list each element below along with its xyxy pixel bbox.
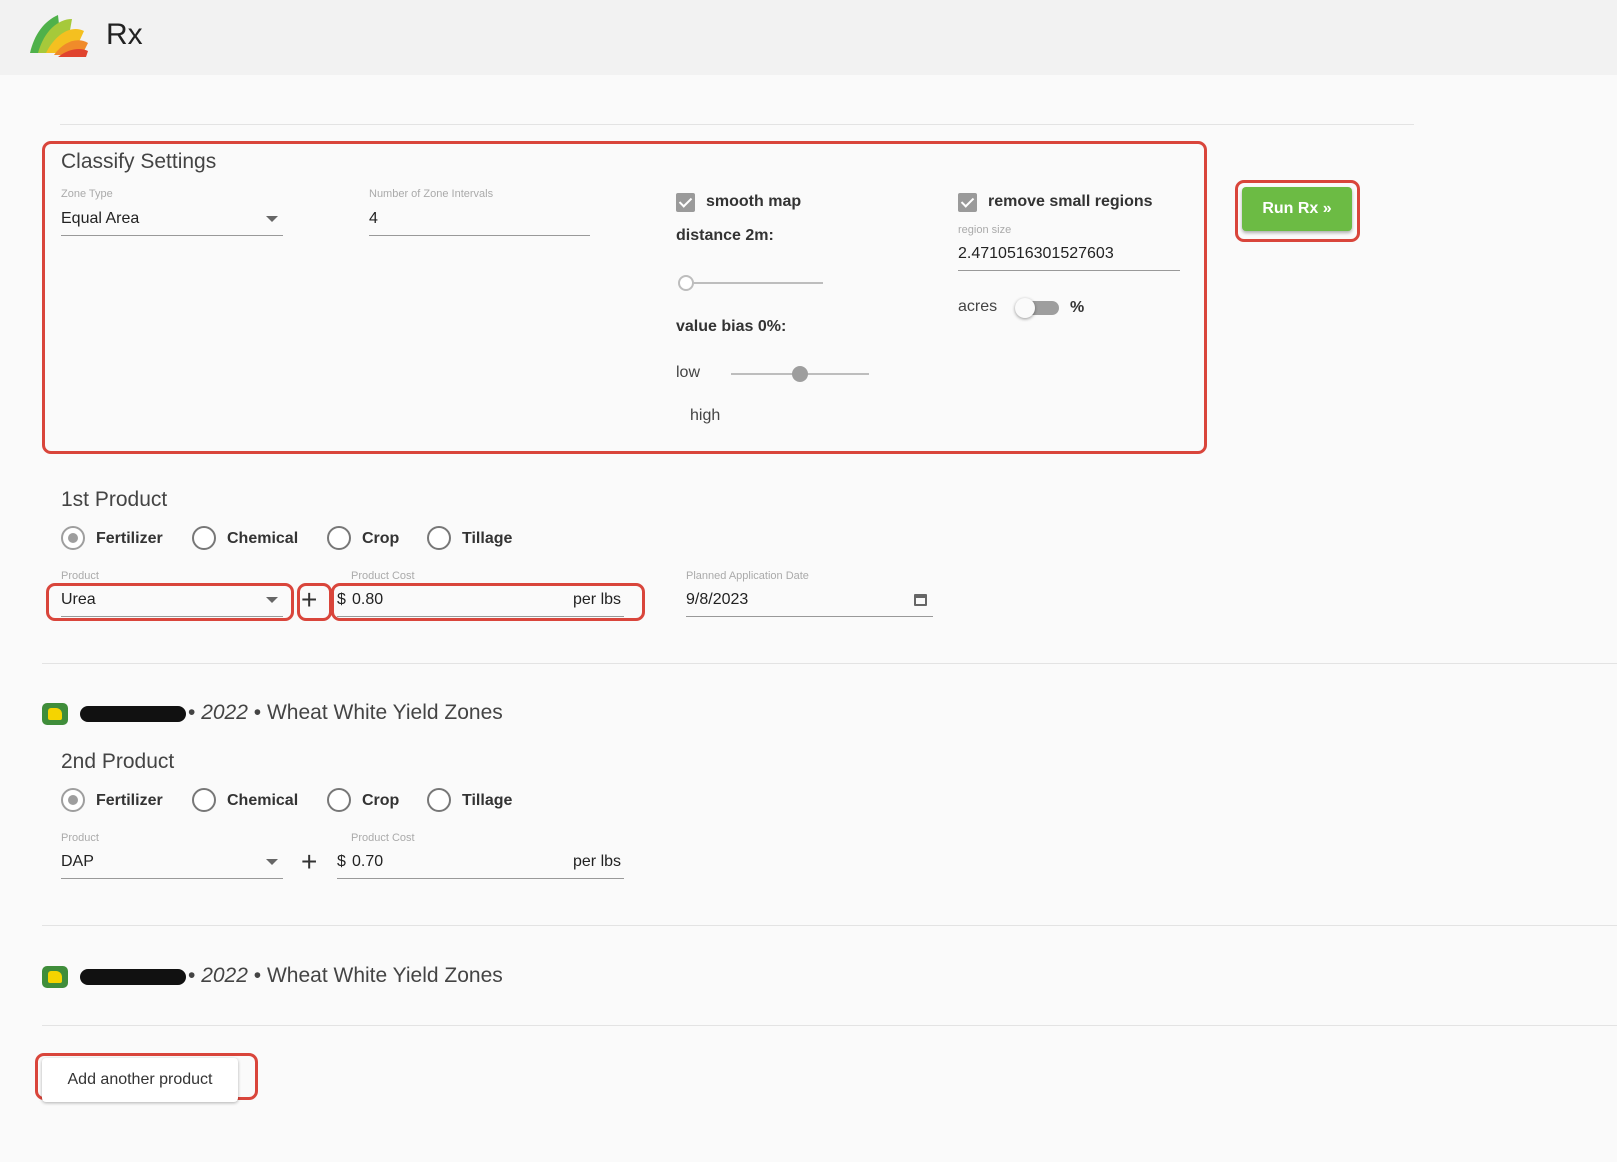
- acres-label: acres: [958, 298, 998, 315]
- bias-slider-thumb[interactable]: [792, 366, 808, 382]
- product-label: Product: [61, 570, 99, 582]
- divider: [60, 124, 1414, 125]
- layer-title-1: • 2022 • Wheat White Yield Zones: [188, 701, 503, 725]
- distance-label: distance 2m:: [676, 227, 774, 244]
- cost-underline: [337, 878, 624, 879]
- classify-highlight: [42, 141, 1207, 454]
- bias-high-label: high: [690, 407, 721, 424]
- plus-highlight: [297, 583, 332, 621]
- radio-label: Chemical: [227, 792, 299, 809]
- divider: [42, 925, 1617, 926]
- zone-intervals-label: Number of Zone Intervals: [369, 188, 494, 200]
- chevron-down-icon[interactable]: [266, 216, 278, 222]
- region-size-underline: [958, 270, 1180, 271]
- radio-label: Tillage: [462, 792, 513, 809]
- radio-label: Crop: [362, 792, 400, 809]
- radio-tillage-1[interactable]: [427, 526, 451, 550]
- date-label: Planned Application Date: [686, 570, 809, 582]
- product-label: Product: [61, 832, 99, 844]
- radio-fertilizer-1[interactable]: [61, 526, 85, 550]
- product-underline: [61, 878, 283, 879]
- radio-chemical-2[interactable]: [192, 788, 216, 812]
- cost-label: Product Cost: [351, 570, 415, 582]
- chevron-down-icon[interactable]: [266, 859, 278, 865]
- product-select-2[interactable]: DAP: [61, 853, 94, 871]
- john-deere-icon: [42, 703, 68, 725]
- radio-crop-2[interactable]: [327, 788, 351, 812]
- date-input[interactable]: 9/8/2023: [686, 591, 748, 609]
- layer-name: Wheat White Yield Zones: [266, 701, 503, 724]
- cost-prefix: $: [337, 853, 346, 870]
- distance-slider-thumb[interactable]: [678, 275, 694, 291]
- units-toggle-knob[interactable]: [1015, 298, 1035, 318]
- smooth-map-checkbox[interactable]: [676, 193, 695, 212]
- run-rx-button[interactable]: Run Rx »: [1242, 187, 1352, 231]
- top-bar: Rx: [0, 0, 1617, 75]
- fan-leaf-logo: [30, 15, 88, 57]
- zone-intervals-input[interactable]: 4: [369, 210, 378, 228]
- cost-label: Product Cost: [351, 832, 415, 844]
- layer-title-2: • 2022 • Wheat White Yield Zones: [188, 964, 503, 988]
- region-size-input[interactable]: 2.4710516301527603: [958, 245, 1114, 263]
- layer-year: 2022: [201, 964, 248, 987]
- radio-label: Chemical: [227, 530, 299, 547]
- cost-highlight: [331, 583, 645, 621]
- bullet: •: [253, 701, 262, 724]
- radio-tillage-2[interactable]: [427, 788, 451, 812]
- region-size-label: region size: [958, 224, 1012, 236]
- redacted-field-name: [80, 969, 186, 985]
- layer-name: Wheat White Yield Zones: [266, 964, 503, 987]
- bullet: •: [188, 964, 196, 987]
- radio-label: Fertilizer: [96, 792, 163, 809]
- product-2-title: 2nd Product: [61, 750, 175, 773]
- app-title: Rx: [106, 18, 143, 51]
- remove-small-regions-label: remove small regions: [988, 193, 1153, 210]
- product-1-title: 1st Product: [61, 488, 168, 511]
- add-product-icon[interactable]: +: [301, 848, 317, 876]
- divider: [42, 663, 1617, 664]
- percent-label: %: [1070, 299, 1085, 316]
- divider: [42, 1025, 1617, 1026]
- zone-type-underline: [61, 235, 283, 236]
- zone-intervals-underline: [369, 235, 590, 236]
- zone-type-select[interactable]: Equal Area: [61, 210, 139, 228]
- calendar-icon[interactable]: [914, 594, 927, 606]
- classify-title: Classify Settings: [61, 150, 217, 173]
- value-bias-label: value bias 0%:: [676, 318, 787, 335]
- john-deere-icon: [42, 966, 68, 988]
- date-underline: [686, 616, 933, 617]
- smooth-map-label: smooth map: [706, 193, 802, 210]
- product-highlight: [46, 583, 294, 621]
- add-another-product-button[interactable]: Add another product: [42, 1058, 238, 1102]
- layer-year: 2022: [201, 701, 248, 724]
- cost-input-2[interactable]: 0.70: [352, 853, 383, 871]
- bias-low-label: low: [676, 364, 701, 381]
- radio-crop-1[interactable]: [327, 526, 351, 550]
- zone-type-label: Zone Type: [61, 188, 113, 200]
- radio-label: Tillage: [462, 530, 513, 547]
- radio-chemical-1[interactable]: [192, 526, 216, 550]
- cost-unit: per lbs: [573, 853, 622, 870]
- radio-fertilizer-2[interactable]: [61, 788, 85, 812]
- bullet: •: [253, 964, 262, 987]
- remove-small-regions-checkbox[interactable]: [958, 193, 977, 212]
- bullet: •: [188, 701, 196, 724]
- distance-slider-track: [686, 282, 823, 284]
- radio-label: Fertilizer: [96, 530, 163, 547]
- radio-label: Crop: [362, 530, 400, 547]
- redacted-field-name: [80, 706, 186, 722]
